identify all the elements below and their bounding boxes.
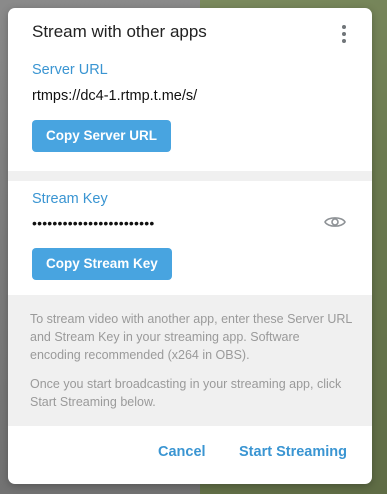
dialog-title: Stream with other apps	[32, 22, 207, 41]
dialog-header: Stream with other apps	[8, 8, 372, 56]
eye-icon[interactable]	[324, 214, 346, 230]
server-url-label: Server URL	[32, 62, 108, 78]
eye-icon-svg	[324, 217, 346, 227]
menu-dot	[342, 32, 346, 36]
copy-server-url-button[interactable]: Copy Server URL	[32, 120, 172, 152]
more-vertical-icon[interactable]	[332, 22, 356, 46]
start-streaming-button[interactable]: Start Streaming	[239, 444, 347, 460]
cancel-button[interactable]: Cancel	[158, 444, 206, 460]
stream-dialog: Stream with other apps Server URL rtmps:…	[8, 8, 372, 484]
menu-dot	[342, 25, 346, 29]
info-section: To stream video with another app, enter …	[8, 295, 372, 426]
stream-key-masked-value[interactable]: ••••••••••••••••••••••••	[32, 215, 154, 231]
server-url-value[interactable]: rtmps://dc4-1.rtmp.t.me/s/	[32, 88, 197, 104]
stream-key-label: Stream Key	[32, 191, 108, 207]
info-paragraph-2: Once you start broadcasting in your stre…	[30, 377, 342, 409]
copy-stream-key-button[interactable]: Copy Stream Key	[32, 248, 172, 280]
info-paragraph-1: To stream video with another app, enter …	[30, 312, 352, 362]
section-divider	[8, 171, 372, 181]
menu-dot	[342, 39, 346, 43]
